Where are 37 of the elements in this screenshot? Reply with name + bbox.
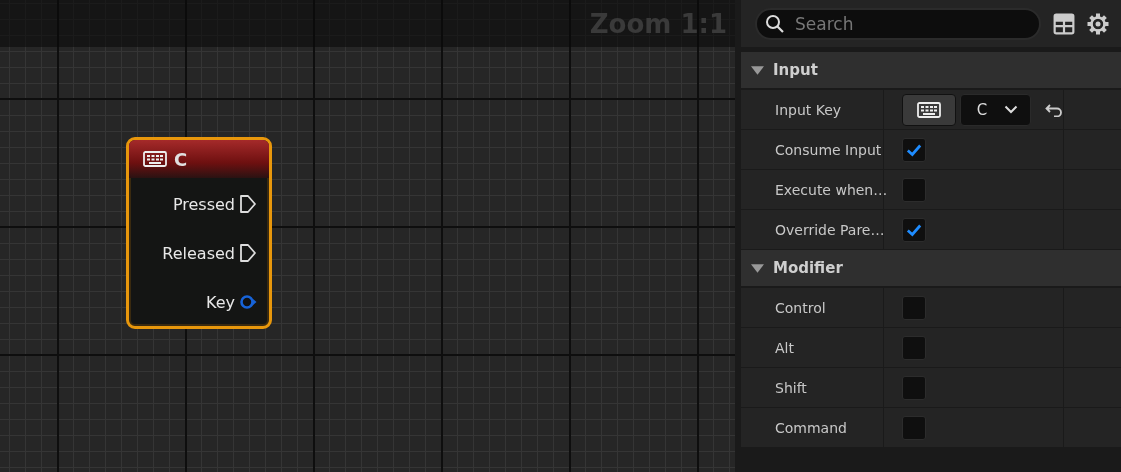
pin-label: Key: [206, 292, 235, 312]
key-capture-button[interactable]: [902, 93, 956, 126]
table-icon[interactable]: [1053, 12, 1075, 35]
property-label: Override Pare…: [775, 221, 885, 238]
exec-pin-icon[interactable]: [239, 194, 257, 214]
exec-pin-icon[interactable]: [239, 243, 257, 263]
checkbox[interactable]: [902, 375, 926, 400]
property-label: Shift: [775, 379, 807, 396]
event-node[interactable]: C Pressed Released Key: [126, 137, 272, 329]
reset-arrow-icon[interactable]: [1045, 102, 1063, 117]
node-title: C: [174, 148, 188, 170]
checkbox[interactable]: [902, 137, 926, 162]
key-dropdown[interactable]: C: [959, 93, 1031, 126]
checkbox[interactable]: [902, 335, 926, 360]
search-field[interactable]: Search: [755, 7, 1041, 40]
section-header[interactable]: Modifier: [741, 250, 1121, 288]
chevron-down-icon: [1004, 105, 1018, 114]
keyboard-icon: [143, 151, 167, 167]
search-icon: [765, 13, 785, 34]
section-title: Input: [773, 61, 818, 79]
settings-icon[interactable]: [1087, 12, 1109, 35]
property-label: Control: [775, 299, 826, 316]
checkbox[interactable]: [902, 415, 926, 440]
checkbox[interactable]: [902, 177, 926, 202]
property-label: Consume Input: [775, 141, 882, 158]
keyboard-icon: [916, 101, 941, 118]
pin-label: Released: [162, 243, 235, 263]
pin-label: Pressed: [172, 194, 235, 214]
checkbox[interactable]: [902, 295, 926, 320]
property-label: Execute when…: [775, 181, 888, 198]
checkbox[interactable]: [902, 217, 926, 242]
property-label: Input Key: [775, 101, 842, 118]
section-title: Modifier: [773, 259, 843, 277]
property-label: Command: [775, 419, 847, 436]
section-header[interactable]: Input: [741, 52, 1121, 90]
property-label: Alt: [775, 339, 794, 356]
data-pin-icon[interactable]: [239, 292, 257, 312]
